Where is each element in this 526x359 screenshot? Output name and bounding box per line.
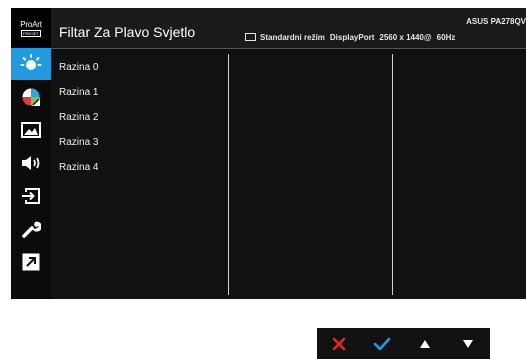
model-name: ASUS PA278QV (466, 17, 526, 26)
sidebar-item-sound[interactable] (11, 147, 51, 179)
resolution: 2560 x 1440@ (379, 33, 432, 42)
sidebar-item-shortcut[interactable] (11, 246, 51, 278)
bluelight-filter-icon (20, 54, 42, 70)
input-source: DisplayPort (329, 33, 375, 42)
shortcut-icon (22, 253, 40, 271)
arrow-down-icon (462, 339, 473, 348)
osd-menu: ProArt PRESET Filtar Za Plavo Svjetlo AS… (11, 8, 526, 299)
refresh-rate: 60Hz (436, 33, 456, 42)
arrow-up-icon (419, 339, 430, 348)
navigation-button-bar (317, 328, 490, 359)
image-icon (21, 122, 41, 138)
page-title: Filtar Za Plavo Svjetlo (59, 24, 196, 40)
status-line: Standardni režim DisplayPort 2560 x 1440… (245, 32, 460, 42)
column-divider (228, 54, 229, 295)
sidebar-item-image[interactable] (11, 114, 51, 146)
list-item-level-1[interactable]: Razina 1 (59, 87, 98, 112)
up-button[interactable] (403, 328, 446, 359)
sidebar-item-color[interactable] (11, 81, 51, 113)
color-palette-icon (22, 88, 40, 106)
preset-mode: Standardni režim (260, 33, 325, 42)
sidebar: ProArt PRESET (11, 8, 51, 299)
main-panel: Filtar Za Plavo Svjetlo ASUS PA278QV Sta… (51, 8, 526, 299)
sidebar-item-system-setup[interactable] (11, 213, 51, 245)
level-list: Razina 0 Razina 1 Razina 2 Razina 3 Razi… (59, 62, 98, 187)
check-icon (373, 337, 390, 350)
header-bar: Filtar Za Plavo Svjetlo ASUS PA278QV Sta… (51, 8, 526, 49)
logo-text: ProArt (20, 19, 42, 29)
sidebar-item-bluelight-filter[interactable] (11, 48, 51, 80)
sound-icon (22, 156, 40, 170)
list-item-level-2[interactable]: Razina 2 (59, 112, 98, 137)
confirm-button[interactable] (360, 328, 403, 359)
input-select-icon (22, 188, 40, 204)
list-item-level-4[interactable]: Razina 4 (59, 162, 98, 187)
monitor-icon (245, 32, 256, 41)
down-button[interactable] (446, 328, 489, 359)
list-item-level-0[interactable]: Razina 0 (59, 62, 98, 87)
list-item-level-3[interactable]: Razina 3 (59, 137, 98, 162)
close-icon (332, 337, 345, 350)
column-divider (392, 54, 393, 295)
sidebar-item-input-select[interactable] (11, 180, 51, 212)
proart-logo: ProArt PRESET (11, 8, 51, 48)
logo-subtext: PRESET (20, 29, 41, 37)
close-button[interactable] (317, 328, 360, 359)
system-setup-icon (22, 221, 41, 238)
